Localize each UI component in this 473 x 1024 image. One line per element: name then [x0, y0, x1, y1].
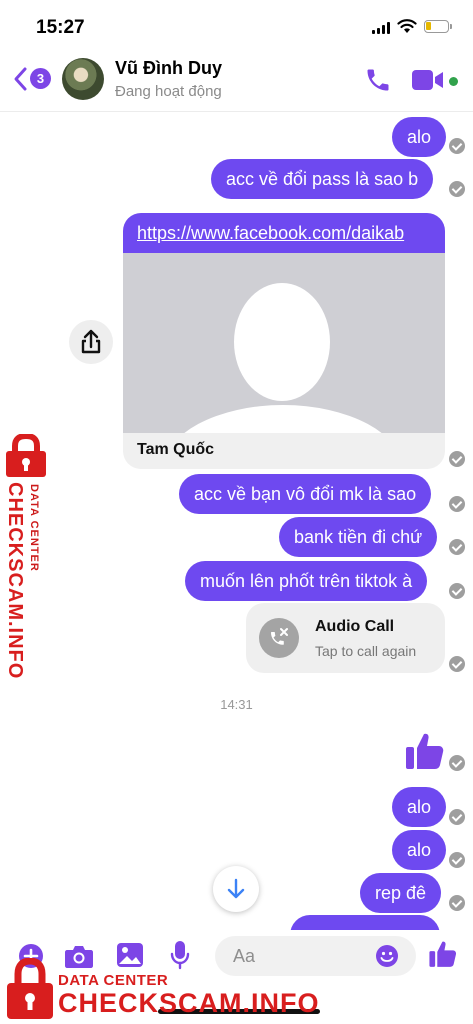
message-bubble[interactable]: alo [392, 830, 447, 870]
call-title: Audio Call [315, 618, 395, 635]
thumbs-up-icon[interactable] [404, 730, 446, 772]
message-bubble[interactable]: alo [392, 117, 447, 157]
link-title: Tam Quốc [137, 441, 215, 458]
status-time: 15:27 [36, 17, 85, 38]
arrow-down-icon [227, 878, 245, 899]
watermark-brand: CHECKSCAM.INFO [58, 988, 320, 1018]
phone-icon[interactable] [364, 66, 392, 94]
link-thumbnail [123, 253, 445, 433]
timestamp: 14:31 [220, 697, 253, 712]
back-chevron-icon[interactable] [12, 66, 28, 92]
seen-check-icon [449, 451, 465, 467]
image-icon[interactable] [116, 942, 144, 968]
emoji-icon[interactable] [375, 944, 399, 968]
seen-check-icon [449, 496, 465, 512]
online-indicator [449, 77, 458, 86]
message-bubble[interactable]: bank tiền đi chứ [279, 517, 438, 557]
lock-icon [6, 434, 46, 477]
link-preview-card[interactable]: https://www.facebook.com/daikab Tam Quốc [123, 213, 445, 469]
like-icon[interactable] [428, 939, 458, 969]
message-input[interactable]: Aa [215, 936, 416, 976]
watermark-label: DATA CENTER [58, 972, 169, 989]
signal-icon [372, 22, 390, 34]
missed-call-icon [259, 618, 299, 658]
seen-check-icon [449, 755, 465, 771]
contact-name[interactable]: Vũ Đình Duy [115, 58, 222, 79]
message-bubble[interactable]: acc về bạn vô đổi mk là sao [179, 474, 432, 514]
link-url[interactable]: https://www.facebook.com/daikab [123, 213, 445, 253]
audio-call-card[interactable]: Audio Call Tap to call again [246, 603, 445, 673]
message-input-placeholder: Aa [233, 946, 256, 966]
message-bubble[interactable]: muốn lên phốt trên tiktok à [185, 561, 428, 601]
wifi-icon [397, 19, 417, 33]
avatar[interactable] [62, 58, 104, 100]
unread-count-badge[interactable]: 3 [30, 68, 51, 89]
lock-icon [7, 958, 53, 1019]
contact-status: Đang hoạt động [115, 83, 222, 100]
watermark-brand: CHECKSCAM.INFO [4, 482, 26, 680]
video-camera-icon[interactable] [412, 69, 444, 91]
seen-check-icon [449, 539, 465, 555]
battery-icon [424, 20, 452, 33]
seen-check-icon [449, 852, 465, 868]
share-icon [81, 329, 101, 354]
status-bar: 15:27 [0, 0, 473, 50]
seen-check-icon [449, 809, 465, 825]
share-button[interactable] [69, 320, 113, 364]
watermark-label: DATA CENTER [28, 484, 40, 572]
scroll-down-button[interactable] [213, 866, 259, 912]
message-bubble[interactable]: alo [392, 787, 447, 827]
camera-icon[interactable] [64, 943, 94, 969]
seen-check-icon [449, 583, 465, 599]
seen-check-icon [449, 138, 465, 154]
call-again-link[interactable]: Tap to call again [315, 643, 416, 659]
message-bubble[interactable]: acc về đổi pass là sao b [211, 159, 434, 199]
message-bubble[interactable]: rep đê [360, 873, 442, 913]
seen-check-icon [449, 181, 465, 197]
seen-check-icon [449, 895, 465, 911]
microphone-icon[interactable] [170, 940, 190, 970]
chat-header: 3 Vũ Đình Duy Đang hoạt động [0, 52, 473, 112]
seen-check-icon [449, 656, 465, 672]
